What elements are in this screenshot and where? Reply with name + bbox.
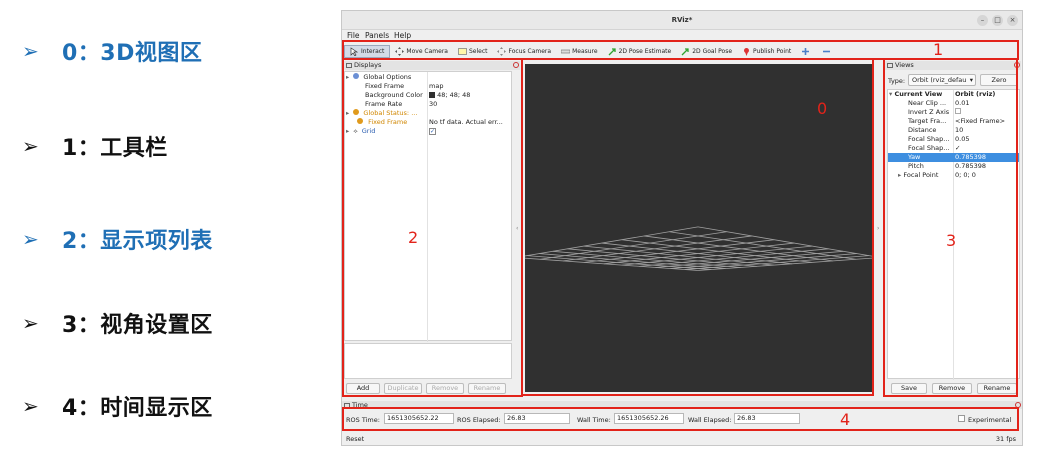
annotation-number: 4 [840,410,851,429]
maximize-icon[interactable]: □ [992,15,1003,26]
minimize-icon[interactable]: – [977,15,988,26]
annotation-box-views [883,58,1018,397]
reset-button[interactable]: Reset [346,433,364,445]
legend-item-views: ➢ 3：视角设置区 [22,308,213,338]
annotation-number: 1 [933,40,944,59]
menu-help[interactable]: Help [394,31,411,40]
title-bar: RViz* – □ × [342,11,1022,30]
status-bar: Reset 31 fps [342,433,1022,445]
annotation-box-displays [342,58,523,397]
fps-readout: 31 fps [995,435,1016,443]
legend-label: 4：时间显示区 [62,396,213,421]
close-icon[interactable]: × [1007,15,1018,26]
arrow-bullet-icon: ➢ [22,311,39,335]
menu-file[interactable]: File [347,31,360,40]
annotation-number: 3 [946,231,957,250]
arrow-bullet-icon: ➢ [22,394,39,418]
annotation-number: 2 [408,228,419,247]
legend-label: 0：3D视图区 [62,41,203,66]
annotation-box-time [342,407,1019,431]
legend-item-3d-view: ➢ 0：3D视图区 [22,36,202,66]
legend-label: 3：视角设置区 [62,313,213,338]
arrow-bullet-icon: ➢ [22,39,39,63]
legend: ➢ 0：3D视图区 ➢ 1：工具栏 ➢ 2：显示项列表 ➢ 3：视角设置区 ➢ … [0,0,330,463]
annotation-number: 0 [817,99,828,118]
legend-item-displays: ➢ 2：显示项列表 [22,224,213,254]
arrow-bullet-icon: ➢ [22,134,39,158]
annotation-box-toolbar [342,40,1019,60]
window-title: RViz* [671,16,693,24]
menu-panels[interactable]: Panels [365,31,389,40]
legend-item-toolbar: ➢ 1：工具栏 [22,131,168,161]
arrow-bullet-icon: ➢ [22,227,39,251]
collapse-right-icon[interactable]: › [877,225,879,232]
legend-item-time: ➢ 4：时间显示区 [22,391,213,421]
legend-label: 1：工具栏 [62,136,168,161]
legend-label: 2：显示项列表 [62,229,213,254]
